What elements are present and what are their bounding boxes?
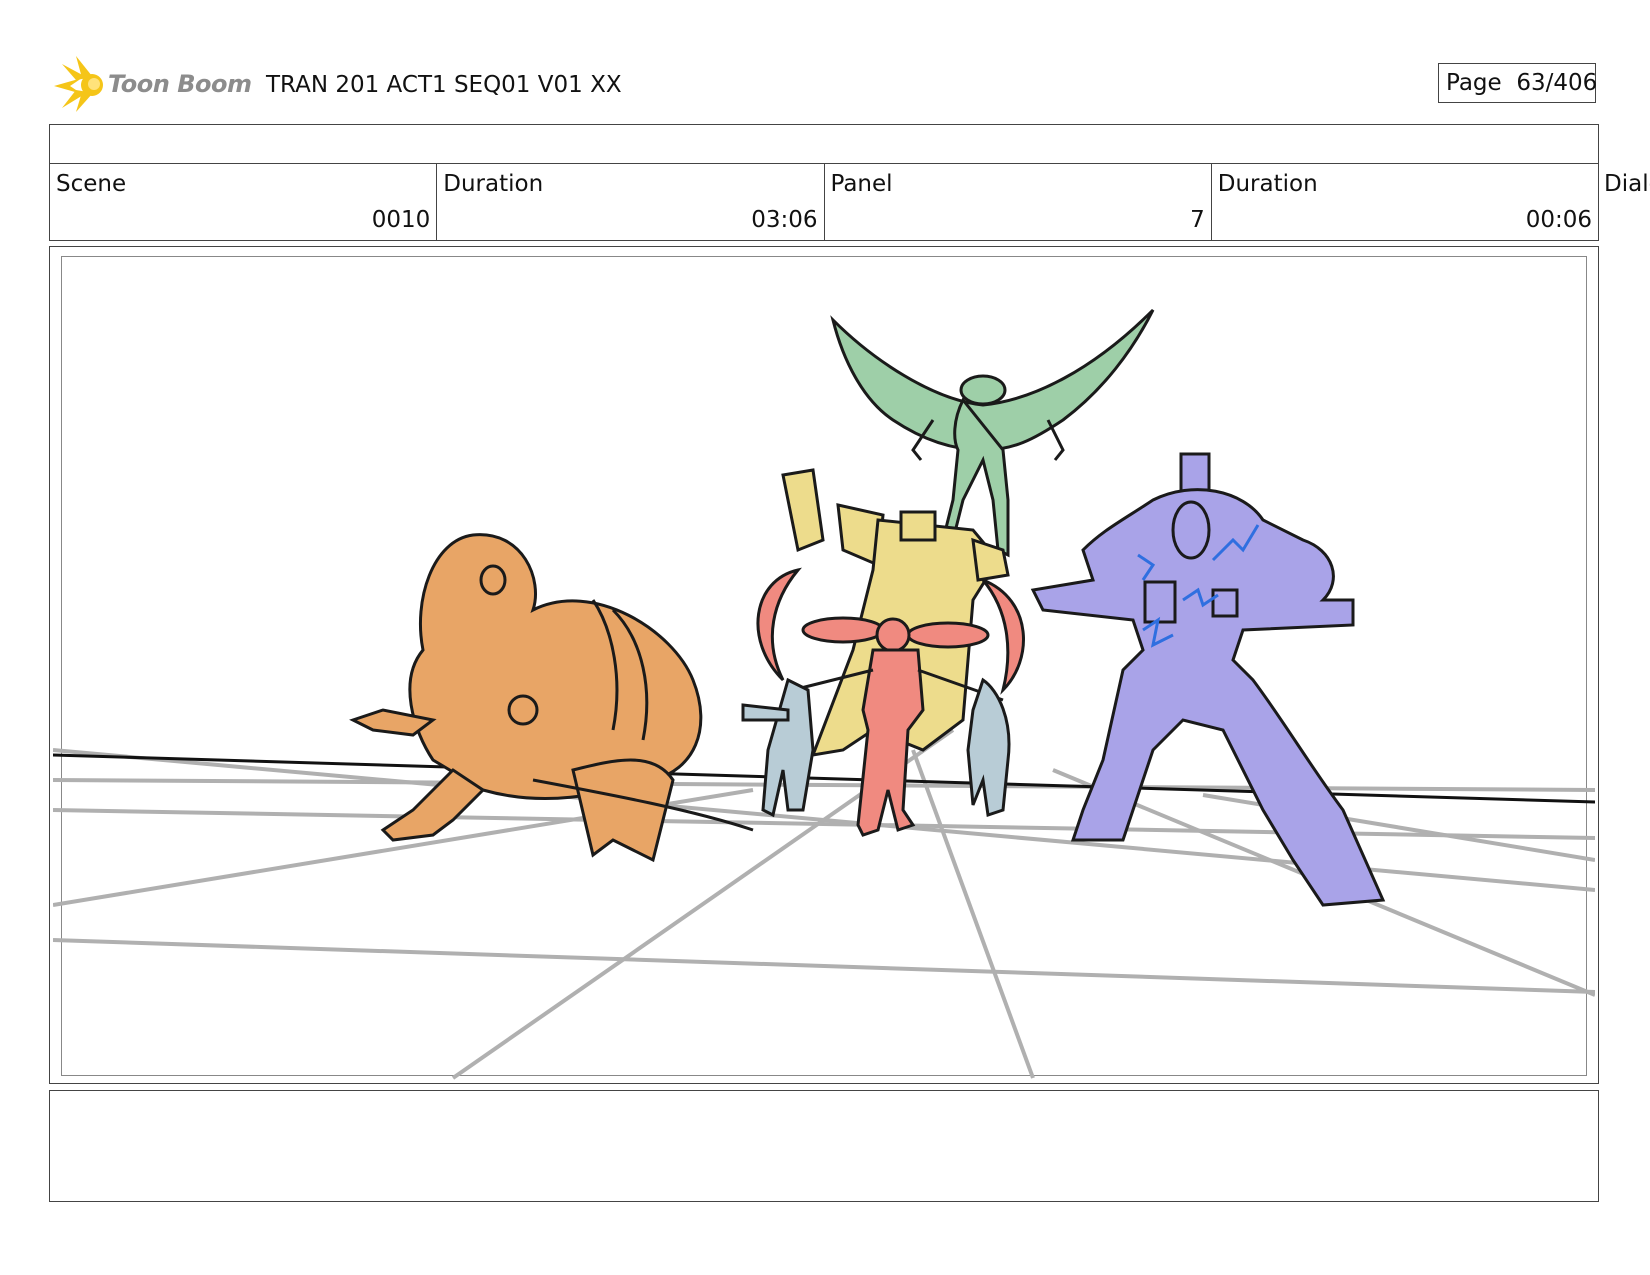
info-row: Scene 0010 Duration 03:06 Panel 7 Durati… [49, 163, 1599, 241]
page-number: 63/406 [1516, 70, 1598, 96]
page-indicator: Page 63/406 [1438, 63, 1598, 103]
panel-value: 7 [1190, 207, 1205, 233]
storyboard-panel-drawing [53, 308, 1595, 1080]
page-label: Page [1446, 70, 1502, 96]
panel-duration-value: 00:06 [1525, 207, 1592, 233]
scene-duration-value: 03:06 [751, 207, 818, 233]
project-title: TRAN 201 ACT1 SEQ01 V01 XX [266, 72, 622, 98]
scene-value: 0010 [371, 207, 431, 233]
scene-label: Scene [56, 171, 127, 197]
scene-duration-cell: Duration 03:06 [437, 163, 825, 240]
scene-duration-label: Duration [443, 171, 544, 197]
panel-label: Panel [830, 171, 893, 197]
panel-duration-cell: Duration 00:06 [1212, 163, 1598, 240]
panel-cell: Panel 7 [825, 163, 1212, 240]
header-strip [49, 124, 1599, 164]
logo-text: Toon Boom [108, 70, 252, 98]
orange-lizard-character [349, 533, 754, 863]
ground-grid [53, 728, 1595, 1080]
horizon-line [53, 753, 1595, 804]
action-notes-box [49, 1090, 1599, 1202]
purple-robot-character [1030, 452, 1386, 907]
dialog-label: Dialo [1604, 171, 1650, 197]
panel-duration-label: Duration [1217, 171, 1318, 197]
scene-cell: Scene 0010 [50, 163, 438, 240]
